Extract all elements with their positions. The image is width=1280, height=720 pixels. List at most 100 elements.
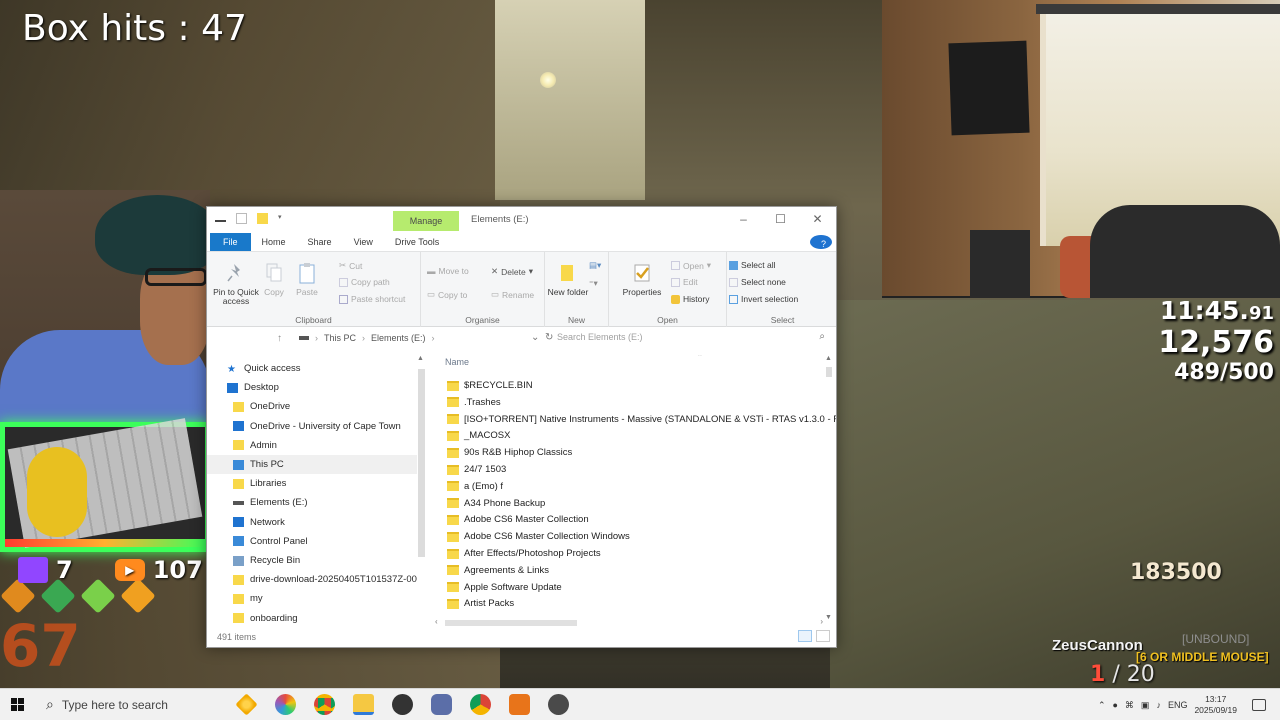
breadcrumb[interactable]: › This PC › Elements (E:) › [299,333,435,343]
list-item[interactable]: Adobe CS6 Master Collection Windows [447,528,630,545]
edit-button[interactable]: Edit [671,277,698,287]
properties-button[interactable]: Properties [617,262,667,297]
search-input[interactable]: Search Elements (E:) ⌕ [557,331,827,347]
new-item-button[interactable]: ▤▾ [589,260,601,271]
column-header-name[interactable]: Name [445,357,469,367]
rename-button[interactable]: ▭ Rename [491,289,534,300]
list-item[interactable]: $RECYCLE.BIN [447,377,533,394]
open-button[interactable]: Open ▾ [671,260,711,271]
maximize-button[interactable]: ☐ [762,207,799,231]
obs-app-icon[interactable] [509,694,530,715]
select-none-button[interactable]: Select none [729,277,786,287]
nav-item[interactable]: OneDrive [207,397,417,416]
list-item[interactable]: 90s R&B Hiphop Classics [447,444,572,461]
system-menu-icon[interactable] [215,215,226,222]
list-item[interactable]: _MACOSX [447,427,510,444]
scroll-right-icon[interactable]: › [820,617,823,626]
nav-scrollbar[interactable]: ▲ ▼ [415,355,427,633]
chevron-down-icon[interactable]: ⌄ [531,332,539,343]
tab-file[interactable]: File [210,233,251,251]
copy-to-button[interactable]: ▭ Copy to [427,289,467,300]
list-item[interactable]: Agreements & Links [447,562,549,579]
customize-qa-icon[interactable]: ▾ [278,213,284,224]
list-item[interactable]: [ISO+TORRENT] Native Instruments - Massi… [447,411,836,428]
nav-scrollbar-thumb[interactable] [418,369,425,557]
list-item[interactable]: After Effects/Photoshop Projects [447,545,601,562]
list-item[interactable]: .Trashes [447,394,501,411]
nav-item[interactable]: OneDrive - University of Cape Town [207,417,417,436]
easy-access-button[interactable]: ⁼▾ [589,278,598,289]
properties-qa-icon[interactable] [236,213,247,224]
close-button[interactable]: ✕ [799,207,836,231]
tab-home[interactable]: Home [251,233,297,251]
steam-icon[interactable] [392,694,413,715]
taskbar-search[interactable]: ⌕ Type here to search [34,689,224,720]
invert-selection-button[interactable]: Invert selection [729,294,798,304]
notification-icon[interactable] [1252,699,1266,711]
breadcrumb-this-pc[interactable]: This PC [324,333,356,343]
list-item[interactable]: a (Emo) f [447,478,503,495]
app-icon[interactable] [431,694,452,715]
scroll-down-icon[interactable]: ▼ [825,614,832,621]
large-icons-view-icon[interactable] [816,630,830,642]
cut-button[interactable]: ✂ Cut [339,260,362,271]
breadcrumb-elements[interactable]: Elements (E:) [371,333,426,343]
new-folder-qa-icon[interactable] [257,213,268,224]
paste-button[interactable]: Paste [293,262,321,297]
scroll-left-icon[interactable]: ‹ [435,617,438,626]
monitor-icon[interactable]: ▣ [1141,700,1150,711]
file-scrollbar-thumb[interactable] [826,367,832,377]
list-item[interactable]: Adobe CS6 Master Collection [447,511,589,528]
nav-item[interactable]: Control Panel [207,532,417,551]
list-item[interactable]: 24/7 1503 [447,461,506,478]
navigation-pane[interactable]: ★ Quick access Desktop OneDrive OneDrive - U… [207,355,429,631]
list-item[interactable]: Artist Packs [447,595,514,612]
horizontal-scrollbar-thumb[interactable] [445,620,577,626]
microphone-icon[interactable]: ● [1112,700,1117,710]
language-indicator[interactable]: ENG [1168,700,1188,710]
nav-item[interactable]: onboarding [207,609,417,628]
nav-item[interactable]: ★ Quick access [207,359,417,378]
help-icon[interactable]: ? [810,235,832,249]
nav-item[interactable]: Recycle Bin [207,551,417,570]
copy-button[interactable]: Copy [259,262,289,297]
list-item[interactable]: A34 Phone Backup [447,495,545,512]
nav-item[interactable]: drive-download-20250405T101537Z-00 [207,570,417,589]
copilot-icon[interactable] [275,694,296,715]
tab-share[interactable]: Share [297,233,343,251]
list-item[interactable]: Apple Software Update [447,579,562,596]
nav-item[interactable]: Desktop [207,378,417,397]
chevron-up-icon[interactable]: ⌃ [1098,700,1106,711]
minimize-button[interactable]: – [725,207,762,231]
file-explorer-window[interactable]: ▾ Manage Elements (E:) – ☐ ✕ File Home S… [206,206,837,648]
refresh-icon[interactable]: ↻ [545,332,553,343]
clock[interactable]: 13:17 2025/09/19 [1194,694,1237,716]
pin-to-quick-access-button[interactable]: Pin to Quick access [213,262,259,306]
scroll-up-icon[interactable]: ▲ [825,355,832,362]
new-folder-button[interactable]: New folder [547,262,589,297]
nav-item[interactable]: Admin [207,436,417,455]
scroll-up-icon[interactable]: ▲ [417,355,424,362]
nav-item[interactable]: This PC [207,455,417,474]
title-bar[interactable]: ▾ Manage Elements (E:) – ☐ ✕ [207,207,836,233]
tab-manage[interactable]: Manage [393,211,459,231]
nav-item[interactable]: Network [207,513,417,532]
file-scrollbar[interactable]: ▲ ▼ [822,355,836,621]
select-all-button[interactable]: Select all [729,260,776,270]
volume-icon[interactable]: ♪ [1156,700,1161,710]
paste-shortcut-button[interactable]: Paste shortcut [339,294,405,304]
up-arrow-icon[interactable]: ↑ [277,333,282,344]
game-app-icon[interactable] [548,694,569,715]
copy-path-button[interactable]: Copy path [339,277,390,287]
chrome-profile-icon[interactable] [470,694,491,715]
network-icon[interactable]: ⌘ [1125,700,1134,711]
delete-button[interactable]: ✕ Delete ▾ [491,266,533,277]
chrome-icon[interactable] [314,694,335,715]
history-button[interactable]: History [671,294,709,304]
nav-item[interactable]: my [207,589,417,608]
nav-item[interactable]: Elements (E:) [207,493,417,512]
nav-item[interactable]: Libraries [207,474,417,493]
file-explorer-icon[interactable] [353,694,374,715]
tab-drive-tools[interactable]: Drive Tools [384,233,450,251]
move-to-button[interactable]: ▬ Move to [427,266,469,276]
